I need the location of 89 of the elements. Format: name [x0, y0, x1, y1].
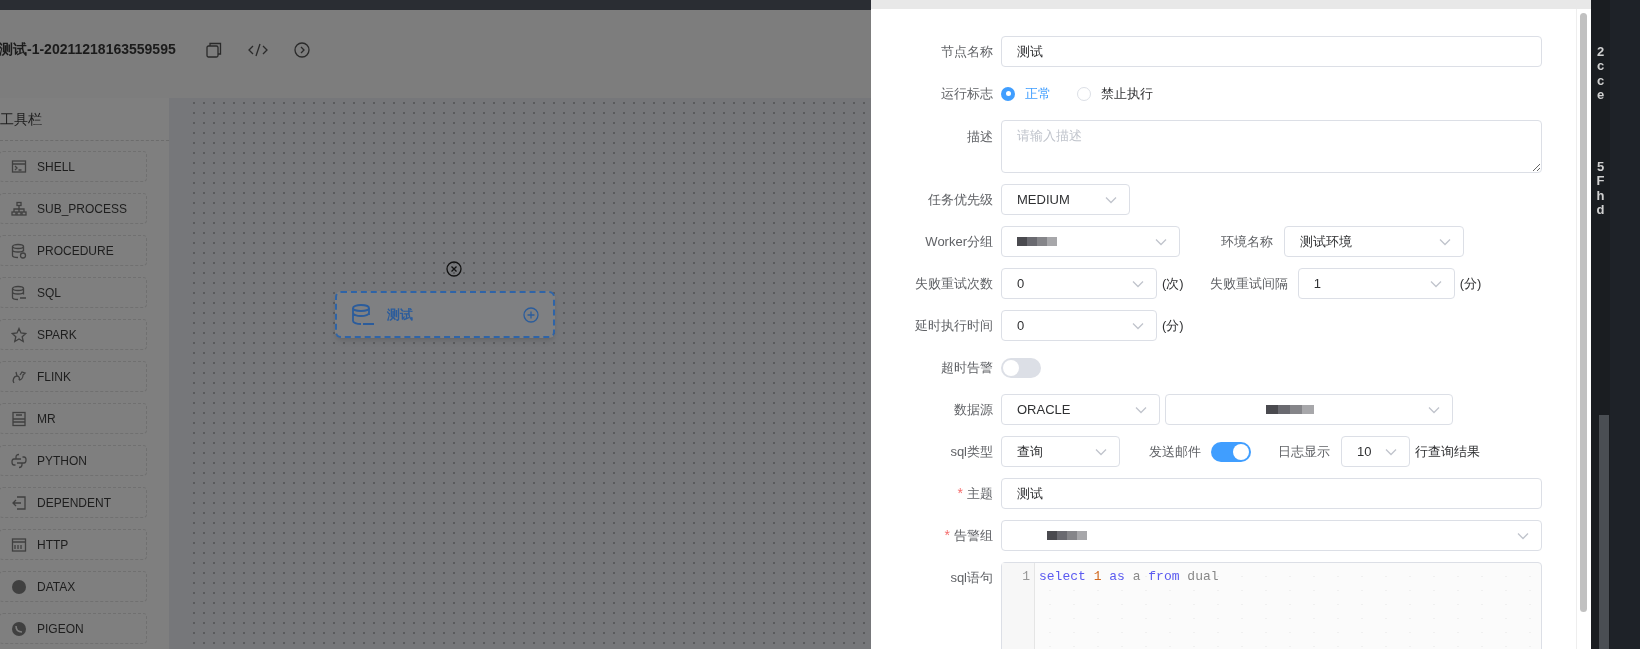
select-field[interactable]	[1001, 226, 1180, 257]
line-number: 1	[1022, 568, 1030, 586]
field-label: 失败重试间隔	[1208, 274, 1288, 293]
add-circle-icon	[523, 306, 539, 323]
select-field[interactable]: 测试环境	[1284, 226, 1464, 257]
select-field[interactable]	[1001, 520, 1542, 551]
select-field[interactable]: 0	[1001, 310, 1157, 341]
required-mark: *	[944, 526, 950, 545]
copy-icon	[205, 41, 222, 58]
import-icon	[11, 494, 27, 511]
node-label: 测试	[387, 305, 413, 324]
field-label: 任务优先级	[928, 190, 993, 209]
select-field[interactable]: 0	[1001, 268, 1157, 299]
field-label: 延时执行时间	[915, 316, 993, 335]
field-label: sql类型	[950, 442, 993, 461]
chevron-down-icon	[1132, 279, 1144, 288]
select-field[interactable]: 1	[1297, 268, 1455, 299]
select-field[interactable]: 查询	[1001, 436, 1120, 467]
field-label: Worker分组	[925, 232, 993, 251]
field-label: 发送邮件	[1148, 442, 1201, 461]
field-label: 主题	[967, 484, 993, 503]
toggle-switch[interactable]	[1001, 357, 1041, 378]
code-icon	[247, 42, 268, 57]
window-icon	[11, 536, 27, 553]
field-label: 告警组	[954, 526, 993, 545]
radio-option[interactable]: 禁止执行	[1077, 83, 1153, 104]
task-type-item[interactable]: HTTP	[0, 529, 147, 560]
task-type-item[interactable]: PYTHON	[0, 445, 147, 476]
chevron-down-icon	[1135, 405, 1147, 414]
chevron-down-icon	[1429, 279, 1442, 288]
pixelated-value	[1266, 405, 1314, 414]
code-editor[interactable]: 1 select 1 as a from dual	[1001, 562, 1542, 649]
task-type-item[interactable]: PROCEDURE	[0, 235, 147, 266]
chevron-down-icon	[1428, 405, 1440, 414]
chevron-down-icon	[1385, 447, 1397, 456]
select-field[interactable]	[1165, 394, 1453, 425]
code-line: select 1 as a from dual	[1039, 568, 1219, 586]
circle-icon	[11, 620, 27, 637]
field-label: 失败重试次数	[915, 274, 993, 293]
unit-label: (分)	[1459, 274, 1482, 293]
chevron-down-icon	[1155, 237, 1167, 246]
database-icon	[351, 302, 375, 327]
field-label: 描述	[967, 128, 993, 146]
task-type-item[interactable]: SUB_PROCESS	[0, 193, 147, 224]
text-field[interactable]: 测试	[1001, 478, 1542, 509]
database-icon	[11, 284, 27, 301]
unit-label: (次)	[1162, 274, 1184, 293]
hierarchy-icon	[11, 200, 27, 217]
document-icon	[11, 410, 27, 427]
task-type-item[interactable]: DEPENDENT	[0, 487, 147, 518]
field-label: 日志显示	[1277, 442, 1330, 461]
unit-label: (分)	[1162, 316, 1184, 335]
toggle-switch[interactable]	[1211, 441, 1251, 462]
chevron-down-icon	[1105, 195, 1117, 204]
chevron-down-icon	[1439, 237, 1451, 246]
task-type-item[interactable]: SPARK	[0, 319, 147, 350]
task-type-item[interactable]: PIGEON	[0, 613, 147, 644]
task-type-item[interactable]: MR	[0, 403, 147, 434]
pixelated-value	[1017, 237, 1057, 246]
task-type-item[interactable]: SQL	[0, 277, 147, 308]
terminal-icon	[11, 158, 27, 175]
chevron-down-icon	[1132, 321, 1144, 330]
required-mark: *	[957, 484, 963, 503]
database-icon	[11, 242, 27, 259]
pixelated-value	[1047, 531, 1087, 540]
vertical-text: 2cce	[1595, 45, 1606, 103]
select-field[interactable]: ORACLE	[1001, 394, 1160, 425]
description-field[interactable]: 请输入描述	[1001, 120, 1542, 173]
vertical-text: 5Fhd	[1595, 160, 1606, 218]
field-label: 环境名称	[1220, 232, 1273, 251]
chevron-down-icon	[1517, 531, 1529, 540]
circle-icon	[11, 578, 27, 595]
star-icon	[11, 326, 27, 343]
field-label: 超时告警	[941, 358, 993, 377]
radio-option[interactable]: 正常	[1001, 83, 1051, 104]
chevron-down-icon	[1095, 447, 1107, 456]
task-type-item[interactable]: DATAX	[0, 571, 147, 602]
field-label: 运行标志	[941, 84, 993, 103]
text-field[interactable]: 测试	[1001, 36, 1542, 67]
task-type-item[interactable]: SHELL	[0, 151, 147, 182]
chevron-circle-icon	[293, 41, 310, 58]
select-field[interactable]: MEDIUM	[1001, 184, 1130, 215]
select-field[interactable]: 10	[1341, 436, 1410, 467]
suffix-label: 行查询结果	[1415, 442, 1480, 461]
task-type-item[interactable]: FLINK	[0, 361, 147, 392]
panel-title: 工具栏	[0, 109, 42, 129]
field-label: sql语句	[950, 569, 993, 587]
field-label: 数据源	[954, 400, 993, 419]
field-label: 节点名称	[941, 42, 993, 61]
